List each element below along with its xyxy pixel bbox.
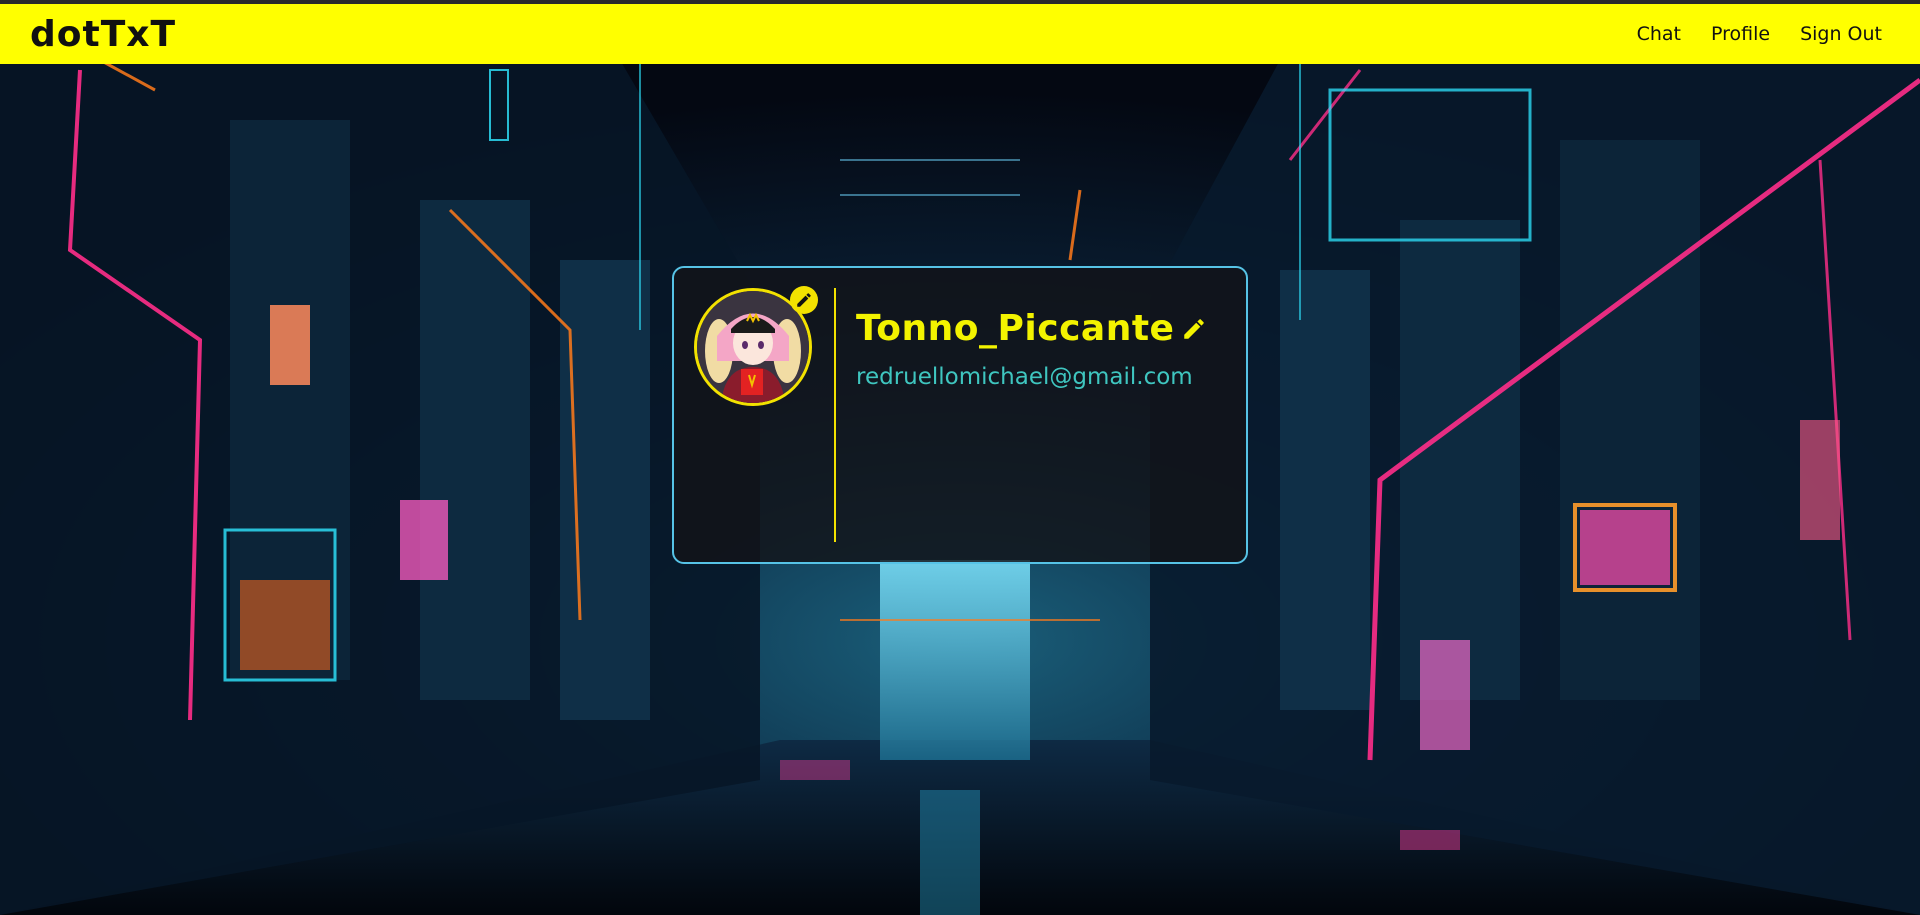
profile-username: Tonno_Piccante [856,308,1175,349]
edit-avatar-button[interactable] [790,286,818,314]
nav-profile-link[interactable]: Profile [1711,23,1770,45]
username-row: Tonno_Piccante [856,308,1208,349]
nav-sign-out-link[interactable]: Sign Out [1800,23,1882,45]
edit-username-button[interactable] [1180,315,1208,343]
pencil-icon [1184,318,1205,339]
nav-chat-link[interactable]: Chat [1637,23,1681,45]
avatar-container [694,286,818,406]
profile-email: redruellomichael@gmail.com [856,364,1193,390]
main-nav: Chat Profile Sign Out [1607,23,1882,45]
card-divider [834,288,836,542]
top-bar: dotTxT Chat Profile Sign Out [0,0,1920,64]
profile-card: Tonno_Piccante redruellomichael@gmail.co… [672,266,1248,564]
app-logo[interactable]: dotTxT [30,14,176,55]
pencil-icon [797,293,811,307]
